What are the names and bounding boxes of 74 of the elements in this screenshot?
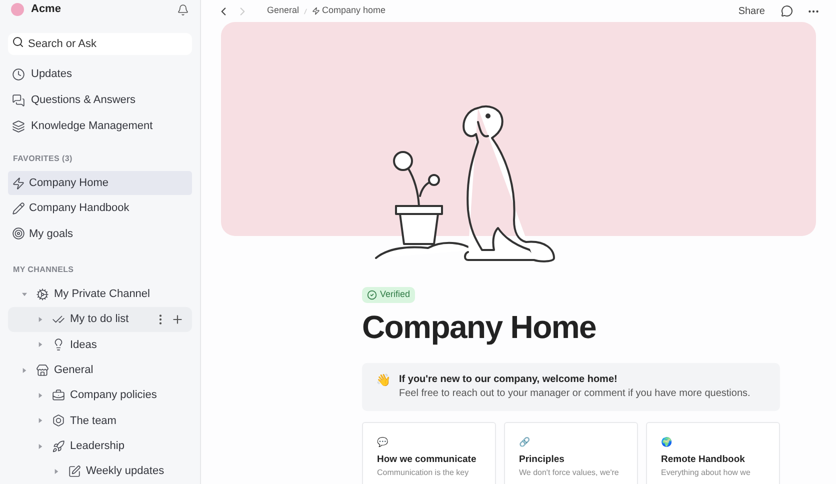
nav-item[interactable]: Updates: [8, 61, 192, 88]
section-heading: FAVORITES (3): [12, 153, 74, 166]
gear-icon: [36, 288, 49, 301]
card-text: We don't force values, we're: [519, 468, 620, 478]
card-title: Remote Handbook: [661, 453, 746, 466]
channel-item[interactable]: Company policies: [8, 382, 192, 408]
caret-icon[interactable]: [38, 418, 43, 424]
search-field[interactable]: Search or Ask: [8, 33, 192, 56]
channel-label: Leadership: [70, 438, 124, 454]
check-circle-icon: [367, 290, 377, 300]
lightbulb-icon: [52, 338, 65, 352]
search-icon: [12, 36, 24, 48]
card-emoji: 💬: [377, 436, 389, 448]
favorite-item[interactable]: My goals: [8, 222, 192, 246]
channel-label: The team: [70, 414, 116, 429]
workspace-avatar[interactable]: [11, 3, 24, 16]
caret-icon[interactable]: [38, 392, 43, 398]
card-title: Principles: [519, 453, 566, 466]
lightning-icon: [312, 7, 320, 15]
section-heading: MY CHANNELS: [12, 264, 75, 276]
channel-label: General: [54, 362, 94, 378]
callout-text: Feel free to reach out to your manager or comment if you have more questions.: [399, 387, 750, 401]
clock-icon: [12, 68, 25, 81]
page-card[interactable]: 💬 How we communicate Communication is the key: [362, 422, 496, 484]
card-emoji: 🔗: [519, 436, 531, 448]
favorite-item[interactable]: Company Home: [8, 171, 192, 195]
workspace-name[interactable]: Acme: [31, 1, 61, 18]
channel-item[interactable]: Weekly updates: [8, 458, 192, 484]
channel-item[interactable]: My to do list: [8, 306, 192, 332]
page-card[interactable]: 🌍 Remote Handbook Everything about how we: [646, 422, 780, 484]
channel-label: My Private Channel: [54, 286, 150, 302]
channel-item[interactable]: Ideas: [8, 332, 192, 358]
breadcrumb-separator-icon: [304, 8, 308, 14]
briefcase-icon: [52, 388, 65, 402]
breadcrumb-link[interactable]: General: [267, 4, 300, 18]
add-icon[interactable]: [171, 313, 184, 326]
layers-icon: [12, 120, 25, 133]
store-icon: [36, 364, 49, 377]
channel-item[interactable]: Leadership: [8, 433, 192, 459]
lightning-icon: [12, 176, 25, 190]
breadcrumb-link[interactable]: Company home: [322, 4, 386, 18]
caret-icon[interactable]: [22, 368, 27, 373]
card-title: How we communicate: [377, 453, 478, 466]
favorite-item[interactable]: Company Handbook: [8, 196, 192, 220]
callout-title: If you're new to our company, welcome home!: [399, 373, 618, 387]
share-button[interactable]: Share: [738, 4, 765, 18]
channel-label: My to do list: [70, 312, 129, 328]
card-text: Everything about how we: [661, 468, 752, 478]
pen-icon: [12, 202, 25, 215]
channel-item[interactable]: General: [8, 357, 192, 383]
caret-icon[interactable]: [38, 342, 43, 348]
channel-item[interactable]: The team: [8, 408, 192, 434]
nav-item[interactable]: Questions & Answers: [8, 87, 192, 114]
waving-hand-emoji: 👋: [376, 373, 391, 387]
caret-icon[interactable]: [38, 317, 43, 322]
channel-item[interactable]: My Private Channel: [8, 282, 192, 307]
page-title: Company Home: [362, 308, 597, 347]
caret-icon[interactable]: [22, 292, 27, 297]
page-card[interactable]: 🔗 Principles We don't force values, we're: [504, 422, 638, 484]
caret-icon[interactable]: [54, 468, 59, 474]
bell-icon[interactable]: [177, 4, 189, 16]
nav-item[interactable]: Knowledge Management: [8, 113, 192, 140]
target-icon: [12, 227, 25, 240]
chat-bubbles-icon: [12, 94, 25, 107]
card-emoji: 🌍: [661, 436, 673, 448]
comment-icon[interactable]: [781, 5, 793, 17]
edit-icon: [68, 464, 81, 478]
card-text: Communication is the key: [377, 468, 470, 478]
caret-icon[interactable]: [38, 444, 43, 449]
channel-label: Weekly updates: [86, 464, 164, 480]
rocket-icon: [52, 440, 65, 453]
verified-badge: Verified: [362, 287, 416, 303]
channel-label: Company policies: [70, 388, 157, 404]
channel-label: Ideas: [70, 338, 97, 353]
